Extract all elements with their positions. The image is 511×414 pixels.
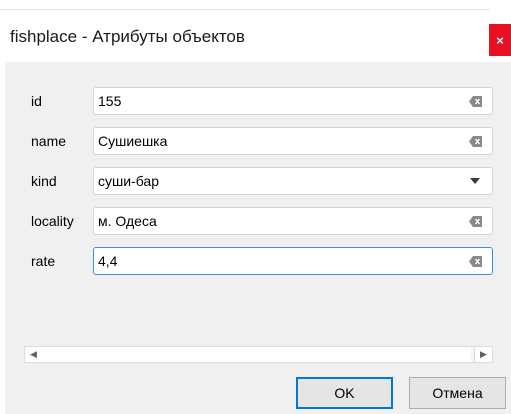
clear-icon[interactable] <box>469 216 482 227</box>
field-label-id: id <box>31 93 42 109</box>
id-field[interactable]: 155 <box>93 87 493 115</box>
horizontal-scrollbar[interactable]: ◀ ▶ <box>24 346 493 363</box>
field-label-name: name <box>31 133 67 149</box>
rate-field[interactable]: 4,4 <box>93 247 493 275</box>
field-label-kind: kind <box>31 173 57 189</box>
cancel-button[interactable]: Отмена <box>409 377 506 409</box>
locality-field-value: м. Одеса <box>98 213 157 229</box>
field-label-rate: rate <box>31 253 56 269</box>
chevron-down-icon[interactable] <box>470 178 480 185</box>
ok-button[interactable]: OK <box>296 377 393 409</box>
close-icon: × <box>496 32 504 48</box>
clear-icon[interactable] <box>469 96 482 107</box>
kind-dropdown[interactable]: суши-бар <box>93 167 493 195</box>
id-field-value: 155 <box>98 93 122 109</box>
field-label-locality: locality <box>31 213 74 229</box>
name-field[interactable]: Сушиешка <box>93 127 493 155</box>
top-divider <box>0 9 490 10</box>
scroll-left-icon[interactable]: ◀ <box>25 347 42 362</box>
close-button[interactable]: × <box>489 24 511 56</box>
rate-field-value: 4,4 <box>98 253 118 269</box>
kind-dropdown-value: суши-бар <box>98 173 159 189</box>
name-field-value: Сушиешка <box>98 133 168 149</box>
clear-icon[interactable] <box>469 256 482 267</box>
title-bar: fishplace - Атрибуты объектов × <box>0 0 511 60</box>
clear-icon[interactable] <box>469 136 482 147</box>
scroll-right-icon[interactable]: ▶ <box>474 347 492 362</box>
window-title: fishplace - Атрибуты объектов <box>10 27 245 46</box>
locality-field[interactable]: м. Одеса <box>93 207 493 235</box>
